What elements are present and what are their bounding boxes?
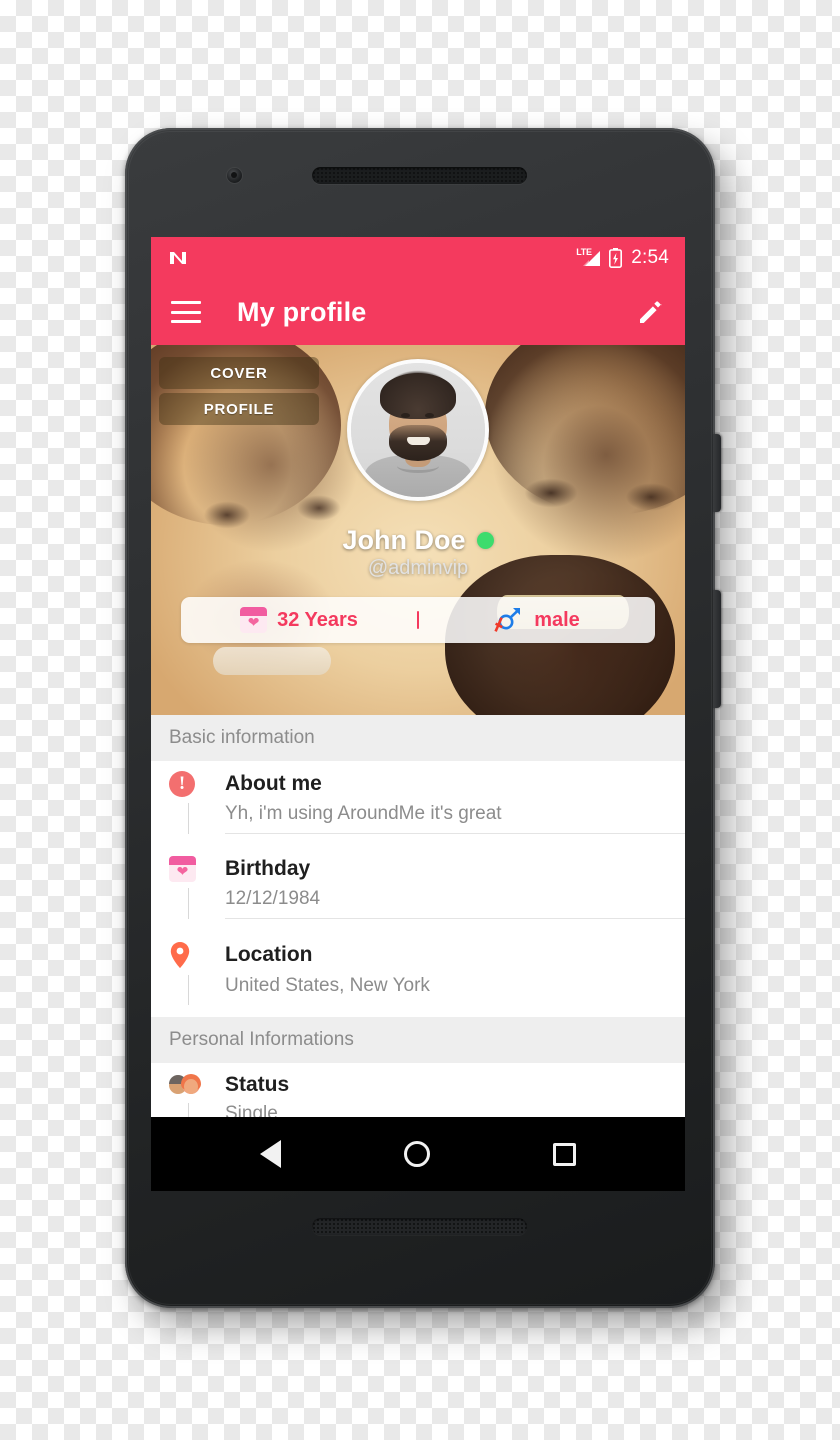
couple-icon (169, 1074, 207, 1096)
online-status-dot (476, 532, 494, 549)
info-label: About me (225, 772, 322, 795)
timeline-rail (169, 888, 207, 919)
status-bar: LTE 2:54 (151, 237, 685, 279)
timeline-rail (169, 803, 207, 834)
info-label: Location (225, 943, 313, 966)
signal-bars-icon: LTE (576, 247, 601, 269)
profile-hero: COVER PROFILE John Doe @adminvip ❤ 32 Ye… (151, 345, 685, 715)
info-value: 12/12/1984 (225, 888, 685, 919)
earpiece-speaker-grille (312, 167, 527, 184)
volume-rocker-button[interactable] (713, 590, 721, 708)
info-label: Birthday (225, 857, 311, 880)
status-bar-clock: 2:54 (631, 247, 669, 268)
recents-square-icon[interactable] (552, 1142, 576, 1166)
avatar-eye-left (401, 413, 410, 418)
phone-device: LTE 2:54 My profile COVER PROFILE John D… (125, 128, 721, 1308)
android-nougat-logo-icon (167, 247, 189, 269)
battery-charging-icon (609, 248, 623, 268)
info-row-body: United States, New York (151, 975, 685, 1005)
profile-tab[interactable]: PROFILE (159, 393, 319, 425)
page-title: My profile (237, 296, 367, 327)
display-name: John Doe (342, 525, 466, 555)
section-header-basic-information: Basic information (151, 715, 685, 761)
gender-symbols-icon (494, 608, 521, 632)
profile-name-block: John Doe @adminvip (151, 525, 685, 580)
gender-value: male (534, 608, 580, 631)
info-row-birthday[interactable]: ❤ Birthday 12/12/1984 (151, 846, 685, 931)
app-bar: My profile (151, 279, 685, 345)
hamburger-menu-icon[interactable] (171, 301, 201, 323)
age-gender-bar: ❤ 32 Years male (181, 597, 655, 643)
section-header-personal-informations: Personal Informations (151, 1017, 685, 1063)
page-root: LTE 2:54 My profile COVER PROFILE John D… (0, 0, 840, 1440)
info-row-header: ! About me (151, 771, 685, 797)
avatar-smile (407, 437, 430, 445)
info-row-body: Yh, i'm using AroundMe it's great (151, 803, 685, 834)
info-row-header: ❤ Birthday (151, 856, 685, 882)
android-nav-bar (151, 1117, 685, 1191)
calendar-heart-icon: ❤ (169, 856, 207, 882)
display-name-row: John Doe (342, 525, 494, 556)
phone-screen: LTE 2:54 My profile COVER PROFILE John D… (151, 237, 685, 1191)
age-value: 32 Years (277, 608, 358, 631)
info-row-header: Status (151, 1073, 685, 1097)
alert-circle-icon: ! (169, 771, 207, 797)
info-row-header: Location (151, 941, 685, 969)
info-row-location[interactable]: Location United States, New York (151, 931, 685, 1017)
avatar[interactable] (347, 359, 489, 501)
back-triangle-icon[interactable] (260, 1140, 282, 1168)
avatar-collar (397, 459, 439, 473)
cover-tab[interactable]: COVER (159, 357, 319, 389)
info-row-body: 12/12/1984 (151, 888, 685, 919)
username: @adminvip (367, 557, 469, 579)
bottom-speaker-grille (312, 1218, 527, 1235)
avatar-hair (380, 373, 456, 419)
info-row-about-me[interactable]: ! About me Yh, i'm using AroundMe it's g… (151, 761, 685, 846)
home-circle-icon[interactable] (403, 1141, 430, 1167)
age-group[interactable]: ❤ 32 Years (181, 607, 417, 633)
info-value: United States, New York (225, 975, 430, 996)
front-camera (227, 168, 242, 183)
info-value: Yh, i'm using AroundMe it's great (225, 803, 685, 834)
cover-figure-right (485, 345, 685, 515)
power-button[interactable] (713, 434, 721, 512)
gender-group[interactable]: male (419, 606, 655, 634)
info-label: Status (225, 1073, 290, 1096)
avatar-eye-right (425, 413, 434, 418)
calendar-heart-icon: ❤ (240, 607, 268, 633)
timeline-rail (169, 975, 207, 1005)
avatar-photo (351, 363, 485, 497)
status-bar-right-group: LTE 2:54 (576, 247, 669, 269)
pencil-edit-icon[interactable] (637, 298, 665, 326)
cover-profile-switcher: COVER PROFILE (159, 357, 319, 425)
cover-smile-left (213, 647, 331, 675)
location-pin-icon (169, 941, 207, 969)
